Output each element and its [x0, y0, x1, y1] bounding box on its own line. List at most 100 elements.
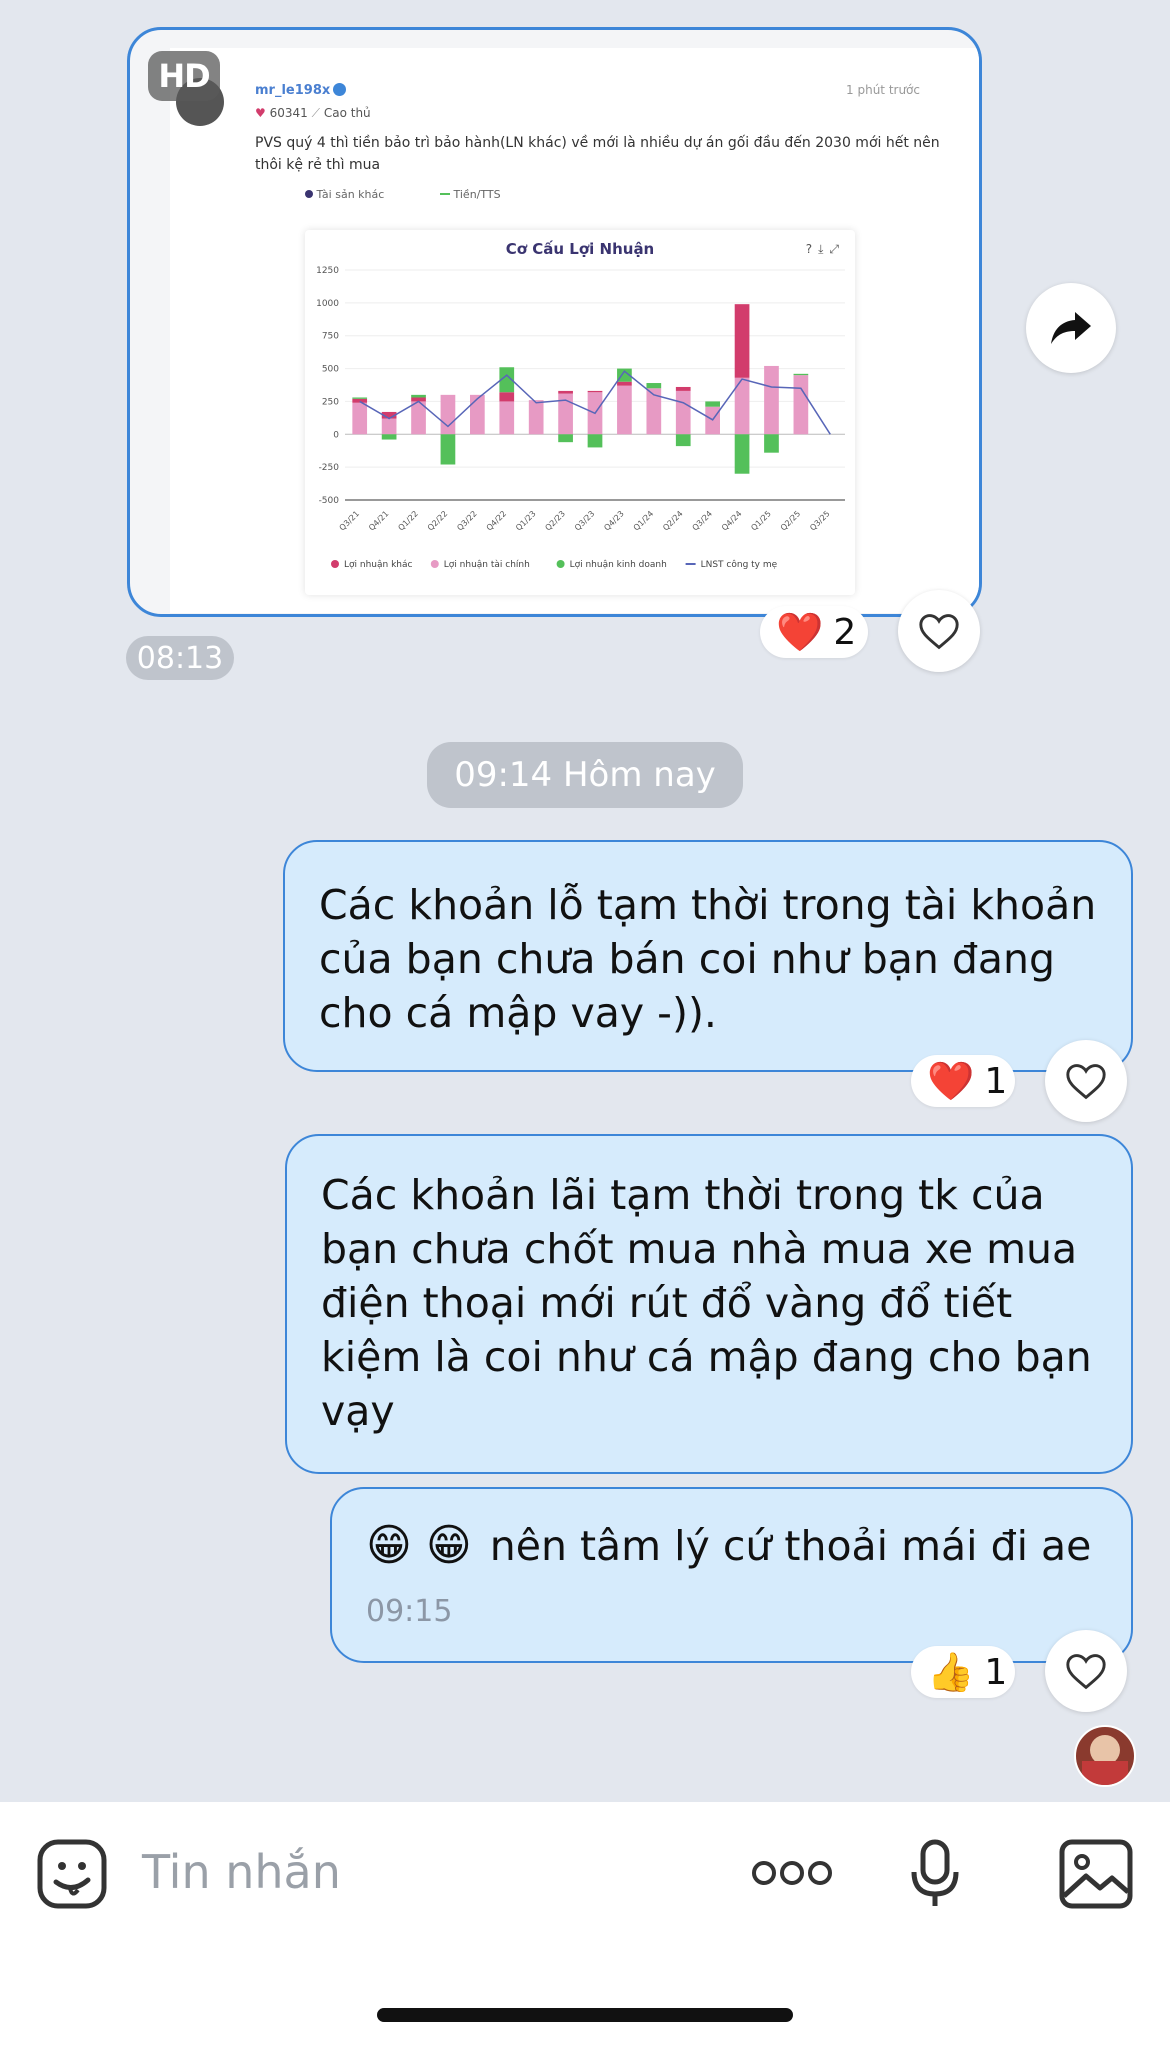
chart-bar — [470, 394, 485, 435]
heart-small-icon: ♥ — [255, 106, 266, 120]
heart-reaction-icon: ❤️ — [927, 1058, 975, 1103]
chart-bar — [381, 418, 397, 435]
heart-outline-icon — [1066, 1654, 1106, 1690]
chart-bar — [499, 392, 515, 402]
chart-bar — [499, 401, 515, 435]
chart-bar — [646, 383, 662, 389]
chart-bar — [558, 434, 573, 443]
microphone-icon — [911, 1839, 959, 1906]
y-tick-label: 750 — [322, 332, 339, 342]
chart-bar — [764, 365, 779, 435]
chart-bar — [734, 434, 750, 474]
chart-bar — [558, 390, 573, 394]
legend-marker — [556, 560, 565, 568]
chart-bar — [675, 434, 691, 447]
legend-top-item: Tiền/TTS — [453, 188, 501, 201]
y-tick-label: -500 — [319, 496, 340, 506]
chart-bar — [793, 373, 809, 376]
post-screenshot: mr_le198x ♥ 60341 ⟋ Cao thủ 1 phút trước… — [170, 48, 979, 613]
legend-label: Lợi nhuận tài chính — [444, 560, 530, 570]
sticker-smile-icon — [37, 1839, 107, 1909]
legend-marker — [430, 560, 439, 568]
x-tick-label: Q4/22 — [485, 509, 509, 533]
x-tick-label: Q1/22 — [396, 509, 420, 533]
x-tick-label: Q1/25 — [749, 509, 773, 533]
post-username-text: mr_le198x — [255, 83, 331, 98]
heart-outline-icon — [919, 614, 959, 650]
message-reaction-pill[interactable]: ❤️ 1 — [911, 1055, 1015, 1107]
message-bubble[interactable]: Các khoản lỗ tạm thời trong tài khoản củ… — [283, 840, 1133, 1072]
home-indicator — [377, 2008, 793, 2022]
x-tick-label: Q1/24 — [632, 509, 656, 533]
chart-bar — [705, 401, 720, 407]
x-tick-label: Q2/24 — [661, 509, 685, 533]
y-tick-label: 250 — [322, 397, 339, 407]
post-username: mr_le198x — [255, 83, 347, 98]
message-bubble[interactable]: Các khoản lãi tạm thời trong tk của bạn … — [285, 1134, 1133, 1474]
reaction-count: 1 — [984, 1651, 1008, 1693]
x-tick-label: Q3/23 — [573, 509, 597, 533]
chart-bar — [793, 375, 809, 435]
chart-container: Cơ Cấu Lợi Nhuận ?⤓⤢ 1250 1000 750 500 250 0-… — [305, 230, 855, 595]
photo-message[interactable]: mr_le198x ♥ 60341 ⟋ Cao thủ 1 phút trước… — [127, 27, 982, 617]
heart-outline-icon — [1066, 1064, 1106, 1100]
x-tick-label: Q4/21 — [367, 509, 391, 533]
post-time: 1 phút trước — [846, 83, 920, 97]
chart-bar — [675, 390, 691, 435]
reaction-count: 1 — [984, 1060, 1008, 1102]
seen-avatar — [1074, 1725, 1136, 1787]
chart-bar — [617, 381, 632, 386]
y-tick-label: 1000 — [316, 299, 339, 309]
verified-icon — [333, 83, 347, 96]
legend-label: Lợi nhuận kinh doanh — [570, 560, 667, 570]
post-text: PVS quý 4 thì tiền bảo trì bảo hành(LN k… — [255, 135, 940, 173]
reaction-count: 2 — [833, 611, 857, 653]
legend-marker — [331, 560, 339, 568]
chart-legend-top: Tài sản khác Tiền/TTS — [260, 188, 850, 218]
message-text: Các khoản lỗ tạm thời trong tài khoản củ… — [319, 881, 1097, 1037]
message-line: 😁 😁 nên tâm lý cứ thoải mái đi ae — [366, 1519, 1101, 1573]
x-tick-label: Q3/21 — [338, 509, 362, 533]
x-tick-label: Q3/24 — [691, 509, 715, 533]
message-text: Các khoản lãi tạm thời trong tk của bạn … — [321, 1171, 1092, 1435]
like-button[interactable] — [898, 590, 980, 672]
chart-bar — [734, 304, 750, 378]
photo-timestamp: 08:13 — [126, 636, 234, 680]
heart-reaction-icon: ❤️ — [776, 609, 824, 654]
x-tick-label: Q2/22 — [426, 509, 450, 533]
y-tick-label: -250 — [319, 463, 340, 473]
chart-bar — [617, 385, 632, 435]
chart-bar — [352, 402, 368, 435]
hd-badge[interactable]: HD — [148, 51, 220, 101]
chart-bar — [528, 400, 544, 435]
message-input[interactable]: Tin nhắn — [142, 1845, 341, 1899]
message-bubble[interactable]: 😁 😁 nên tâm lý cứ thoải mái đi ae 09:15 — [330, 1487, 1133, 1663]
chart-bar — [440, 394, 456, 435]
like-button[interactable] — [1045, 1630, 1127, 1712]
x-tick-label: Q3/22 — [455, 509, 479, 533]
more-button[interactable] — [750, 1857, 834, 1893]
message-time: 09:15 — [366, 1594, 453, 1629]
y-tick-label: 500 — [322, 365, 339, 375]
photo-reaction-pill[interactable]: ❤️ 2 — [760, 606, 868, 658]
post-followers: 60341 — [269, 106, 308, 120]
post-rank: Cao thủ — [323, 106, 371, 120]
image-button[interactable] — [1058, 1838, 1134, 1914]
grin-emoji-icon: 😁 😁 — [366, 1520, 472, 1571]
chart-bar — [587, 434, 603, 448]
voice-button[interactable] — [910, 1838, 960, 1914]
message-reaction-pill[interactable]: 👍 1 — [911, 1646, 1015, 1698]
chart-bar — [352, 397, 368, 399]
x-tick-label: Q3/25 — [808, 509, 832, 533]
share-button[interactable] — [1026, 283, 1116, 373]
date-separator: 09:14 Hôm nay — [427, 742, 743, 808]
message-text: nên tâm lý cứ thoải mái đi ae — [489, 1522, 1092, 1570]
legend-label: Lợi nhuận khác — [344, 560, 413, 570]
x-tick-label: Q4/23 — [602, 509, 626, 533]
like-button[interactable] — [1045, 1040, 1127, 1122]
chart-bar — [411, 394, 426, 398]
sticker-button[interactable] — [36, 1838, 108, 1914]
legend-top-item: Tài sản khác — [316, 188, 385, 201]
x-tick-label: Q4/24 — [720, 509, 744, 533]
chart-bar — [381, 434, 397, 440]
